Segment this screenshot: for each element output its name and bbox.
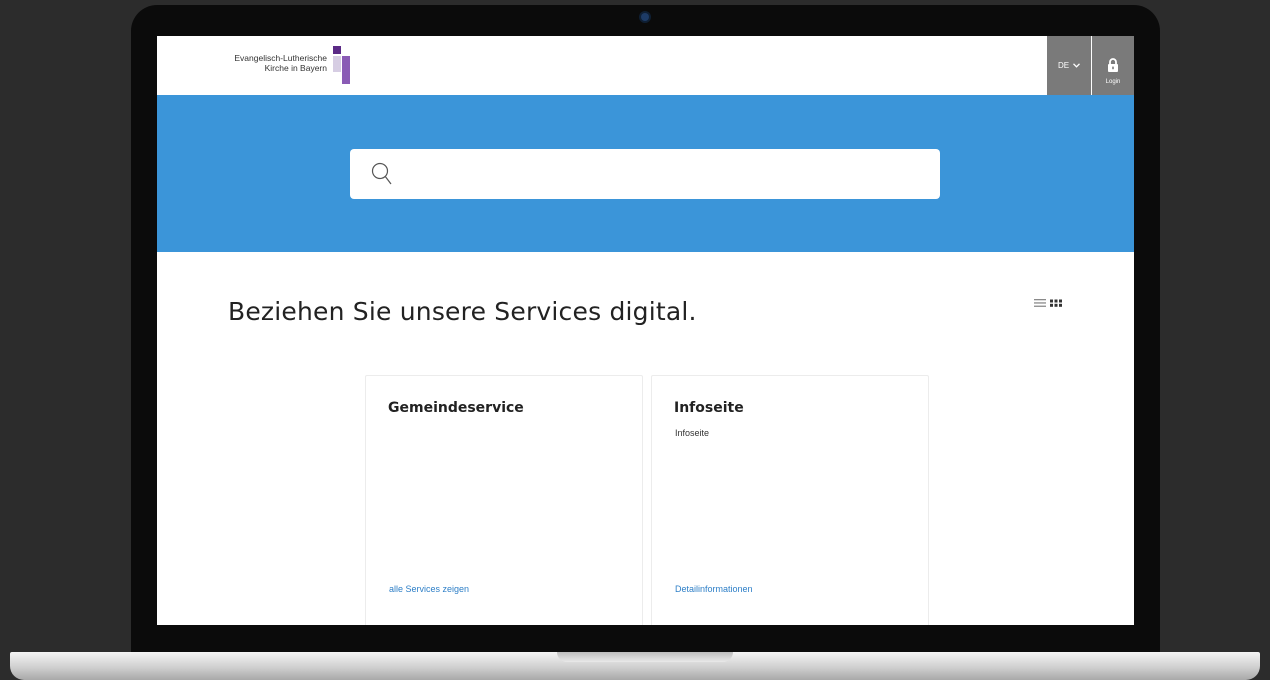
language-selector[interactable]: DE bbox=[1047, 36, 1091, 95]
lock-icon bbox=[1108, 58, 1118, 72]
service-card-infoseite[interactable]: Infoseite Infoseite Detailinformationen bbox=[651, 375, 929, 625]
page-title: Beziehen Sie unsere Services digital. bbox=[228, 297, 697, 326]
church-logo-icon[interactable] bbox=[333, 46, 353, 84]
site-header: Evangelisch-Lutherische Kirche in Bayern… bbox=[157, 36, 1134, 95]
login-label: Login bbox=[1105, 79, 1121, 85]
card-description: Infoseite bbox=[675, 428, 710, 438]
card-title: Gemeindeservice bbox=[388, 400, 524, 416]
view-toggle bbox=[1034, 299, 1062, 307]
detail-info-link[interactable]: Detailinformationen bbox=[675, 584, 753, 594]
laptop-notch bbox=[557, 652, 733, 662]
grid-view-icon[interactable] bbox=[1050, 299, 1062, 307]
search-icon bbox=[371, 162, 392, 185]
all-services-link[interactable]: alle Services zeigen bbox=[389, 584, 469, 594]
search-box[interactable] bbox=[350, 149, 940, 199]
search-banner bbox=[157, 95, 1134, 252]
login-button[interactable]: Login bbox=[1092, 36, 1134, 95]
service-card-gemeindeservice[interactable]: Gemeindeservice alle Services zeigen bbox=[365, 375, 643, 625]
logo-line-1: Evangelisch-Lutherische bbox=[234, 53, 327, 63]
card-title: Infoseite bbox=[674, 400, 744, 416]
camera-icon bbox=[641, 13, 649, 21]
language-label: DE bbox=[1057, 61, 1070, 70]
browser-screen: Evangelisch-Lutherische Kirche in Bayern… bbox=[157, 36, 1134, 625]
logo-line-2: Kirche in Bayern bbox=[264, 63, 327, 73]
search-input[interactable] bbox=[406, 159, 920, 191]
list-view-icon[interactable] bbox=[1034, 299, 1046, 307]
logo-text[interactable]: Evangelisch-Lutherische Kirche in Bayern bbox=[197, 53, 327, 73]
chevron-down-icon bbox=[1073, 63, 1081, 68]
